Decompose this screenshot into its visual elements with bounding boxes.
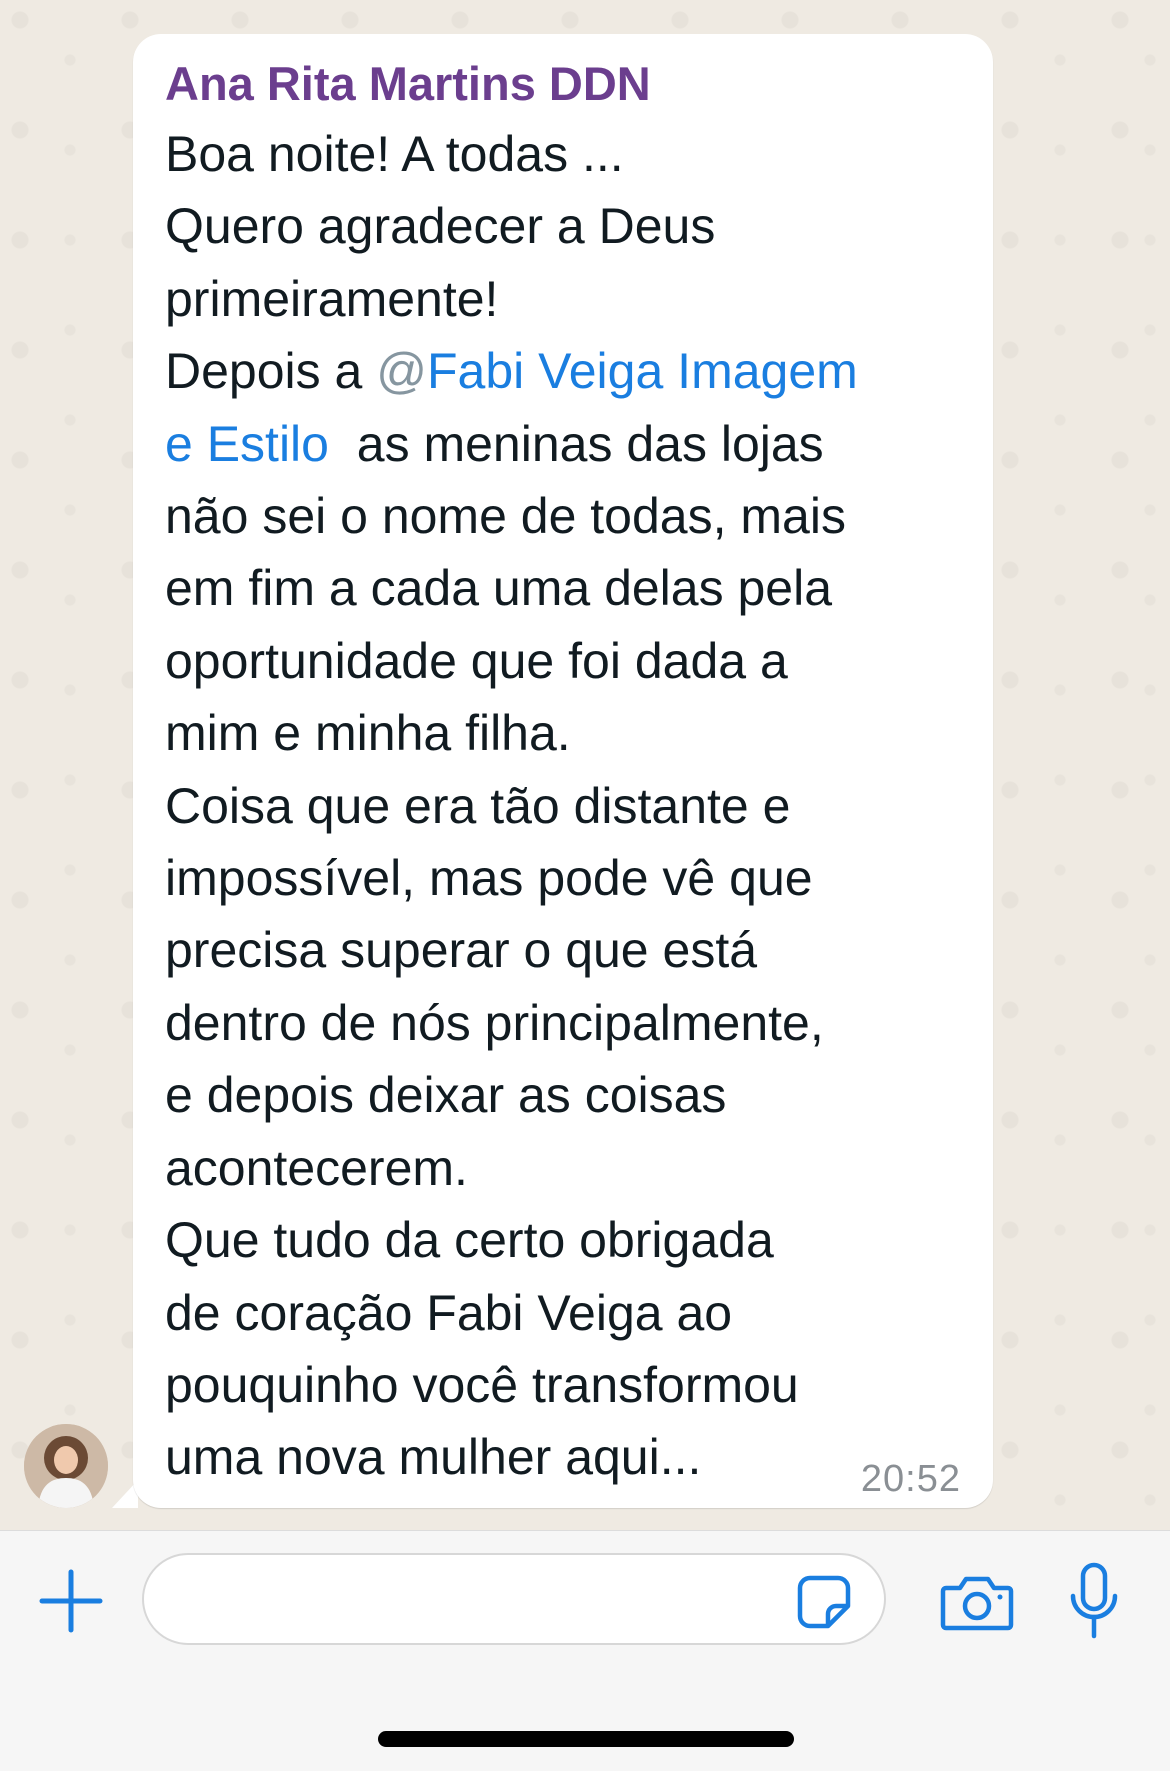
message-line: primeiramente! xyxy=(165,270,499,327)
message-line-mention: Depois a @Fabi Veiga Imagem xyxy=(165,335,975,407)
camera-icon xyxy=(940,1576,1014,1631)
message-line: precisa superar o que está xyxy=(165,922,758,979)
message-line-mention: e Estilo as meninas das lojas xyxy=(165,408,975,480)
microphone-icon xyxy=(1070,1562,1118,1639)
camera-button[interactable] xyxy=(940,1572,1014,1632)
mention-link[interactable]: Fabi Veiga Imagem xyxy=(427,343,858,399)
sender-name[interactable]: Ana Rita Martins DDN xyxy=(165,48,651,120)
message-line: dentro de nós principalmente, xyxy=(165,994,824,1051)
message-line: oportunidade que foi dada a xyxy=(165,632,788,689)
attach-button[interactable] xyxy=(38,1568,104,1634)
microphone-button[interactable] xyxy=(1068,1562,1120,1640)
message-line: Coisa que era tão distante e xyxy=(165,777,791,834)
message-line: impossível, mas pode vê que xyxy=(165,850,813,907)
message-line: não sei o nome de todas, mais xyxy=(165,488,846,545)
message-line: acontecerem. xyxy=(165,1139,468,1196)
message-timestamp: 20:52 xyxy=(860,1458,961,1500)
sticker-icon xyxy=(797,1575,851,1629)
message-line: pouquinho você transformou xyxy=(165,1356,799,1413)
mention-link[interactable]: e Estilo xyxy=(165,416,329,472)
message-bubble[interactable]: Ana Rita Martins DDN Boa noite! A todas … xyxy=(133,34,993,1508)
message-input[interactable] xyxy=(142,1553,886,1645)
message-line: Que tudo da certo obrigada xyxy=(165,1212,774,1269)
message-line: de coração Fabi Veiga ao xyxy=(165,1284,733,1341)
mention-at-sign[interactable]: @ xyxy=(376,343,427,399)
message-line: e depois deixar as coisas xyxy=(165,1067,727,1124)
message-text-fragment: Depois a xyxy=(165,343,377,400)
message-text: Boa noite! A todas ... Quero agradecer a… xyxy=(165,118,975,1494)
message-line: em fim a cada uma delas pela xyxy=(165,560,833,617)
avatar-photo xyxy=(24,1424,108,1508)
message-line: Boa noite! A todas ... xyxy=(165,126,624,182)
message-line: Quero agradecer a Deus xyxy=(165,198,716,255)
message-line: mim e minha filha. xyxy=(165,705,571,762)
plus-icon xyxy=(39,1569,103,1633)
sender-avatar[interactable] xyxy=(24,1424,108,1508)
message-line: uma nova mulher aqui... xyxy=(165,1429,702,1486)
home-indicator[interactable] xyxy=(378,1731,794,1747)
message-text-fragment: as meninas das lojas xyxy=(356,415,824,472)
sticker-button[interactable] xyxy=(796,1574,852,1630)
